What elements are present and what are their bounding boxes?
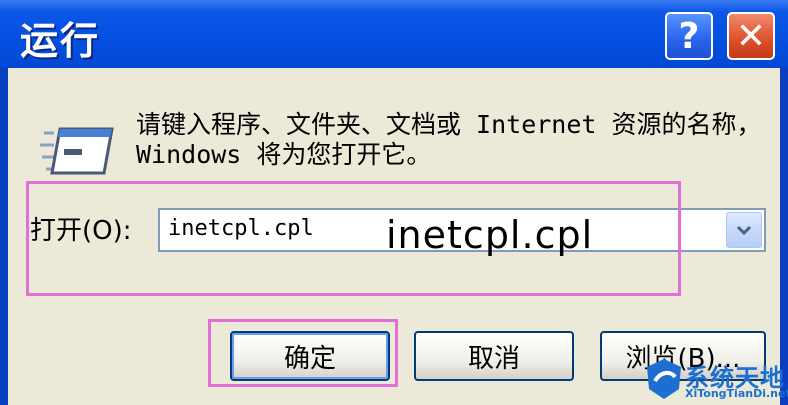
watermark: 系统天地 XiTongTianDi.net (645, 355, 788, 405)
close-button[interactable]: ✕ (727, 12, 775, 60)
watermark-site: XiTongTianDi.net (685, 387, 788, 400)
title-bar[interactable]: 运行 ? ✕ (0, 0, 788, 68)
run-icon (40, 127, 114, 175)
chevron-down-icon (736, 225, 752, 236)
watermark-logo-icon (647, 359, 681, 399)
run-dialog: 运行 ? ✕ 请键入程序、文件夹、文档或 Internet 资源的名称，Wind… (0, 0, 788, 405)
instruction-text: 请键入程序、文件夹、文档或 Internet 资源的名称，Windows 将为您… (136, 110, 762, 169)
highlight-box-ok-button (208, 319, 398, 387)
help-button[interactable]: ? (665, 12, 713, 60)
highlight-box-open-field (26, 181, 681, 296)
cancel-button[interactable]: 取消 (414, 331, 574, 381)
window-title: 运行 (20, 19, 101, 63)
dropdown-button[interactable] (726, 212, 762, 248)
